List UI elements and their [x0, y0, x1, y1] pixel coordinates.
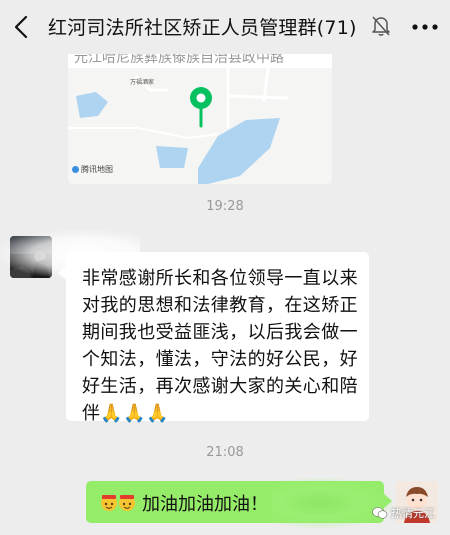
message-timestamp: 19:28: [206, 199, 244, 214]
watermark: 热情元江: [372, 505, 435, 521]
incoming-message-bubble[interactable]: 非常感谢所长和各位领导一直以来对我的思想和法律教育，在这矫正期间我也受益匪浅，以…: [58, 252, 369, 424]
more-icon[interactable]: [412, 24, 438, 30]
chat-title: 红河司法所社区矫正人员管理群(71): [48, 17, 357, 39]
wechat-icon: [372, 507, 388, 519]
location-pin-icon: [190, 87, 212, 128]
message-timestamp: 21:08: [206, 445, 244, 460]
tencent-map-logo-icon: [72, 166, 79, 173]
cheer-emoji-icon: [101, 495, 135, 511]
bell-off-icon: [372, 16, 390, 36]
message-text: 非常感谢所长和各位领导一直以来对我的思想和法律教育，在这矫正期间我也受益匪浅，以…: [82, 268, 358, 424]
message-text: 加油加油加油！: [142, 494, 268, 515]
avatar[interactable]: [10, 236, 52, 278]
map-credit-text: 腾讯地图: [81, 165, 113, 174]
map-place-label: 万福酒家: [130, 78, 154, 86]
map-credit: 腾讯地图: [72, 164, 113, 175]
outgoing-message-bubble[interactable]: 加油加油加油！: [86, 481, 392, 523]
title-bar: 红河司法所社区矫正人员管理群(71): [0, 0, 450, 54]
avatar-image: [10, 236, 52, 278]
chevron-left-icon[interactable]: [10, 14, 34, 40]
watermark-text: 热情元江: [391, 507, 435, 520]
